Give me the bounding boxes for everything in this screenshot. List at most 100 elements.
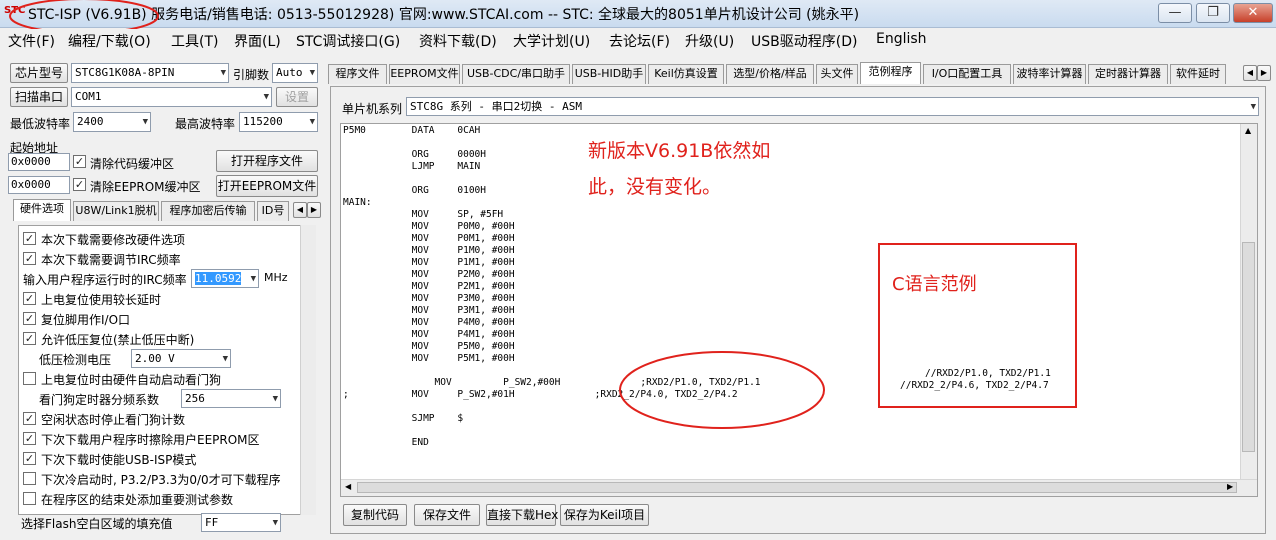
port-select[interactable]: COM1 ▼ [71, 87, 272, 107]
tab-right-11[interactable]: 软件延时 [1170, 64, 1226, 84]
option-checkbox[interactable]: ✓ [23, 312, 36, 325]
code-vertical-scrollbar[interactable]: ▲ [1240, 124, 1257, 480]
code-horizontal-scrollbar[interactable]: ◀ ▶ [341, 479, 1257, 496]
menu-debug[interactable]: STC调试接口(G) [296, 31, 400, 51]
irc-frequency-select[interactable]: 11.0592 ▼ [191, 269, 259, 288]
scan-port-button[interactable]: 扫描串口 [10, 87, 68, 107]
max-baud-value: 115200 [243, 115, 283, 128]
option-checkbox[interactable]: ✓ [23, 412, 36, 425]
minimize-button[interactable]: — [1158, 3, 1192, 23]
scroll-right-icon[interactable]: ▶ [1227, 482, 1233, 491]
open-eeprom-file-button[interactable]: 打开EEPROM文件 [216, 175, 318, 197]
chevron-down-icon: ▼ [309, 117, 315, 127]
eeprom-address-input[interactable]: 0x0000 [8, 176, 70, 194]
options-scrollbar[interactable] [300, 225, 316, 515]
pins-select[interactable]: Auto ▼ [272, 63, 318, 83]
chip-model-button[interactable]: 芯片型号 [10, 63, 68, 83]
tab-right-10[interactable]: 定时器计算器 [1088, 64, 1168, 84]
menu-downloads[interactable]: 资料下载(D) [419, 31, 497, 51]
menu-english[interactable]: English [876, 31, 927, 47]
code-line: END [343, 437, 429, 448]
flash-fill-select[interactable]: FF ▼ [201, 513, 281, 532]
tab-scroll-right-icon[interactable]: ▶ [307, 202, 321, 218]
option-checkbox[interactable]: ✓ [23, 452, 36, 465]
code-scroll-thumb[interactable] [1242, 242, 1255, 452]
tab-u8w-offline[interactable]: U8W/Link1脱机 [73, 201, 159, 221]
code-line: MOV P3M1, #00H [343, 305, 515, 316]
tab-right-3[interactable]: USB-HID助手 [572, 64, 646, 84]
menu-forum[interactable]: 去论坛(F) [609, 31, 670, 51]
menu-program[interactable]: 编程/下载(O) [68, 31, 151, 51]
tab-right-8[interactable]: I/O口配置工具 [923, 64, 1011, 84]
series-select[interactable]: STC8G 系列 - 串口2切换 - ASM ▼ [406, 97, 1259, 116]
menu-tools[interactable]: 工具(T) [171, 31, 218, 51]
option-label: 本次下载需要修改硬件选项 [41, 233, 186, 247]
option-checkbox[interactable] [23, 472, 36, 485]
tab-hardware-options[interactable]: 硬件选项 [13, 199, 71, 221]
tab-scroll-left-icon[interactable]: ◀ [1243, 65, 1257, 81]
lvd-voltage-label: 低压检测电压 [39, 353, 112, 367]
menu-usb-driver[interactable]: USB驱动程序(D) [751, 31, 857, 51]
option-label: 本次下载需要调节IRC频率 [41, 253, 181, 267]
code-line: MAIN: [343, 197, 372, 208]
tab-right-9[interactable]: 波特率计算器 [1013, 64, 1086, 84]
max-baud-select[interactable]: 115200 ▼ [239, 112, 318, 132]
wdt-divider-select[interactable]: 256 ▼ [181, 389, 281, 408]
clear-code-label: 清除代码缓冲区 [90, 157, 175, 171]
menu-view[interactable]: 界面(L) [234, 31, 281, 51]
code-line: MOV P4M1, #00H [343, 329, 515, 340]
code-line: MOV P5M0, #00H [343, 341, 515, 352]
code-viewer[interactable]: P5M0 DATA 0CAH ORG 0000H LJMP MAIN ORG 0… [340, 123, 1258, 497]
option-checkbox[interactable]: ✓ [23, 432, 36, 445]
code-address-input[interactable]: 0x0000 [8, 153, 70, 171]
scroll-left-icon[interactable]: ◀ [345, 482, 351, 491]
port-value: COM1 [75, 90, 102, 103]
option-checkbox[interactable]: ✓ [23, 292, 36, 305]
code-line: ORG 0000H [343, 149, 486, 160]
clear-eeprom-checkbox[interactable]: ✓ [73, 178, 86, 191]
menu-upgrade[interactable]: 升级(U) [685, 31, 734, 51]
lvd-voltage-select[interactable]: 2.00 V ▼ [131, 349, 231, 368]
tab-right-0[interactable]: 程序文件 [328, 64, 387, 84]
save-keil-project-button[interactable]: 保存为Keil项目 [560, 504, 649, 526]
option-checkbox[interactable]: ✓ [23, 332, 36, 345]
direct-download-hex-button[interactable]: 直接下载Hex [486, 504, 558, 526]
code-hscroll-thumb[interactable] [357, 482, 1237, 493]
option-label: 下次下载用户程序时擦除用户EEPROM区 [41, 433, 260, 447]
port-settings-button[interactable]: 设置 [276, 87, 318, 107]
chip-model-select[interactable]: STC8G1K08A-8PIN ▼ [71, 63, 229, 83]
tab-id-number[interactable]: ID号 [257, 201, 289, 221]
option-checkbox[interactable]: ✓ [23, 252, 36, 265]
menu-file[interactable]: 文件(F) [8, 31, 55, 51]
chevron-down-icon: ▼ [222, 354, 228, 364]
option-checkbox[interactable]: ✓ [23, 232, 36, 245]
chevron-down-icon: ▼ [272, 518, 278, 528]
tab-encrypted-transfer[interactable]: 程序加密后传输 [161, 201, 255, 221]
tab-scroll-right-icon[interactable]: ▶ [1257, 65, 1271, 81]
tab-right-1[interactable]: EEPROM文件 [389, 64, 460, 84]
min-baud-label: 最低波特率 [10, 117, 71, 131]
option-checkbox[interactable] [23, 492, 36, 505]
menu-bar: 文件(F) 编程/下载(O) 工具(T) 界面(L) STC调试接口(G) 资料… [0, 29, 1276, 51]
tab-scroll-left-icon[interactable]: ◀ [293, 202, 307, 218]
min-baud-select[interactable]: 2400 ▼ [73, 112, 151, 132]
right-tab-strip: 程序文件 EEPROM文件 USB-CDC/串口助手 USB-HID助手 Keil仿真设… [328, 62, 1274, 86]
code-line: MOV P4M0, #00H [343, 317, 515, 328]
chevron-down-icon: ▼ [250, 274, 256, 284]
tab-right-5[interactable]: 选型/价格/样品 [726, 64, 814, 84]
tab-right-6[interactable]: 头文件 [816, 64, 858, 84]
scroll-up-icon[interactable]: ▲ [1245, 126, 1251, 135]
close-button[interactable]: ✕ [1233, 3, 1273, 23]
menu-university[interactable]: 大学计划(U) [513, 31, 590, 51]
tab-right-4[interactable]: Keil仿真设置 [648, 64, 724, 84]
copy-code-button[interactable]: 复制代码 [343, 504, 407, 526]
option-checkbox[interactable] [23, 372, 36, 385]
tab-right-2[interactable]: USB-CDC/串口助手 [462, 64, 570, 84]
restore-button[interactable]: ❐ [1196, 3, 1230, 23]
save-file-button[interactable]: 保存文件 [414, 504, 480, 526]
open-program-file-button[interactable]: 打开程序文件 [216, 150, 318, 172]
clear-code-checkbox[interactable]: ✓ [73, 155, 86, 168]
chevron-down-icon: ▼ [272, 394, 278, 404]
tab-right-7[interactable]: 范例程序 [860, 62, 921, 84]
code-line: MOV P1M0, #00H [343, 245, 515, 256]
